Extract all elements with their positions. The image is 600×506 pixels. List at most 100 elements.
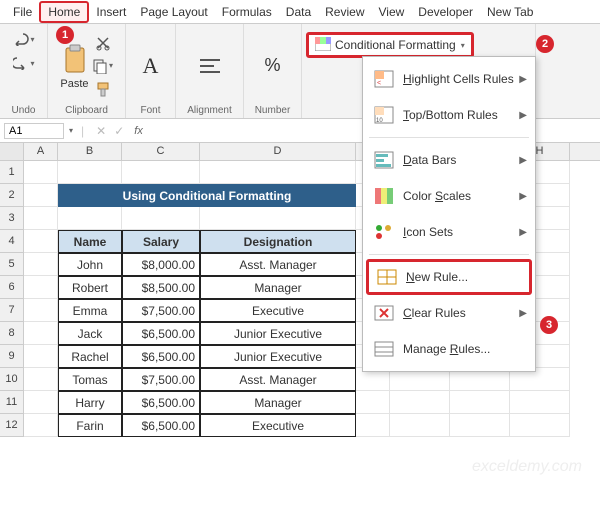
cell[interactable] xyxy=(200,161,356,184)
cell[interactable] xyxy=(510,414,570,437)
row-header-12[interactable]: 12 xyxy=(0,414,24,437)
cell-designation[interactable]: Asst. Manager xyxy=(200,253,356,276)
cell-designation[interactable]: Junior Executive xyxy=(200,345,356,368)
menu-page-layout[interactable]: Page Layout xyxy=(133,3,214,21)
cell-designation[interactable]: Asst. Manager xyxy=(200,368,356,391)
paste-label[interactable]: Paste xyxy=(60,78,88,90)
cell[interactable] xyxy=(390,414,450,437)
number-icon[interactable]: % xyxy=(258,48,288,84)
menu-icon-sets[interactable]: Icon Sets ▶ xyxy=(363,214,535,250)
cell-designation[interactable]: Executive xyxy=(200,299,356,322)
cell[interactable] xyxy=(24,368,58,391)
enter-icon[interactable]: ✓ xyxy=(110,124,128,138)
row-header-9[interactable]: 9 xyxy=(0,345,24,368)
cell-name[interactable]: Harry xyxy=(58,391,122,414)
cell[interactable] xyxy=(24,253,58,276)
cell[interactable] xyxy=(390,391,450,414)
cell[interactable] xyxy=(122,161,200,184)
redo-icon[interactable]: ▾ xyxy=(13,52,35,74)
header-name[interactable]: Name xyxy=(58,230,122,253)
cell-designation[interactable]: Manager xyxy=(200,276,356,299)
format-painter-icon[interactable] xyxy=(92,78,114,100)
cell[interactable] xyxy=(24,299,58,322)
menu-review[interactable]: Review xyxy=(318,3,371,21)
cell-name[interactable]: Robert xyxy=(58,276,122,299)
cell-name[interactable]: Tomas xyxy=(58,368,122,391)
col-header-A[interactable]: A xyxy=(24,143,58,160)
cell-salary[interactable]: $6,500.00 xyxy=(122,345,200,368)
row-header-2[interactable]: 2 xyxy=(0,184,24,207)
cell-name[interactable]: Jack xyxy=(58,322,122,345)
menu-new-rule[interactable]: New Rule... xyxy=(366,259,532,295)
menu-highlight-cells-rules[interactable]: < HHighlight Cells Rulesighlight Cells R… xyxy=(363,61,535,97)
cell[interactable] xyxy=(24,161,58,184)
cell-salary[interactable]: $6,500.00 xyxy=(122,414,200,437)
cell[interactable] xyxy=(58,161,122,184)
col-header-B[interactable]: B xyxy=(58,143,122,160)
cell[interactable] xyxy=(450,391,510,414)
menu-insert[interactable]: Insert xyxy=(89,3,133,21)
font-icon[interactable]: A xyxy=(136,48,166,84)
select-all-triangle[interactable] xyxy=(0,143,24,160)
row-header-8[interactable]: 8 xyxy=(0,322,24,345)
menu-color-scales[interactable]: Color Scales ▶ xyxy=(363,178,535,214)
row-header-7[interactable]: 7 xyxy=(0,299,24,322)
cell[interactable] xyxy=(510,391,570,414)
col-header-C[interactable]: C xyxy=(122,143,200,160)
cell[interactable] xyxy=(122,207,200,230)
menu-manage-rules[interactable]: Manage Rules... xyxy=(363,331,535,367)
conditional-formatting-button[interactable]: Conditional Formatting ▾ xyxy=(306,32,474,58)
cell-designation[interactable]: Manager xyxy=(200,391,356,414)
cell-designation[interactable]: Executive xyxy=(200,414,356,437)
alignment-icon[interactable] xyxy=(195,48,225,84)
menu-new-tab[interactable]: New Tab xyxy=(480,3,540,21)
cell-salary[interactable]: $7,500.00 xyxy=(122,368,200,391)
cell-salary[interactable]: $7,500.00 xyxy=(122,299,200,322)
cell-name[interactable]: Rachel xyxy=(58,345,122,368)
cell-salary[interactable]: $8,500.00 xyxy=(122,276,200,299)
cut-icon[interactable] xyxy=(92,32,114,54)
paste-icon[interactable] xyxy=(60,41,90,77)
cell[interactable] xyxy=(200,207,356,230)
cell-salary[interactable]: $6,500.00 xyxy=(122,391,200,414)
menu-top-bottom-rules[interactable]: 10 Top/Bottom Rules ▶ xyxy=(363,97,535,133)
undo-icon[interactable]: ▾ xyxy=(13,28,35,50)
cell[interactable] xyxy=(24,184,58,207)
cell[interactable] xyxy=(450,414,510,437)
row-header-6[interactable]: 6 xyxy=(0,276,24,299)
cell[interactable] xyxy=(24,276,58,299)
cell[interactable] xyxy=(24,230,58,253)
menu-formulas[interactable]: Formulas xyxy=(215,3,279,21)
col-header-D[interactable]: D xyxy=(200,143,356,160)
row-header-10[interactable]: 10 xyxy=(0,368,24,391)
header-designation[interactable]: Designation xyxy=(200,230,356,253)
cancel-icon[interactable]: ✕ xyxy=(92,124,110,138)
cell[interactable] xyxy=(24,414,58,437)
cell-designation[interactable]: Junior Executive xyxy=(200,322,356,345)
cell-name[interactable]: Emma xyxy=(58,299,122,322)
row-header-3[interactable]: 3 xyxy=(0,207,24,230)
cell[interactable] xyxy=(24,391,58,414)
menu-file[interactable]: File xyxy=(6,3,39,21)
row-header-1[interactable]: 1 xyxy=(0,161,24,184)
cell-name[interactable]: John xyxy=(58,253,122,276)
header-salary[interactable]: Salary xyxy=(122,230,200,253)
menu-clear-rules[interactable]: Clear Rules ▶ xyxy=(363,295,535,331)
cell-salary[interactable]: $6,500.00 xyxy=(122,322,200,345)
name-box[interactable] xyxy=(4,123,64,139)
menu-data[interactable]: Data xyxy=(279,3,318,21)
row-header-4[interactable]: 4 xyxy=(0,230,24,253)
menu-data-bars[interactable]: Data Bars ▶ xyxy=(363,142,535,178)
cell[interactable] xyxy=(24,345,58,368)
menu-view[interactable]: View xyxy=(372,3,412,21)
cell[interactable] xyxy=(24,322,58,345)
cell-salary[interactable]: $8,000.00 xyxy=(122,253,200,276)
cell[interactable] xyxy=(58,207,122,230)
fx-icon[interactable]: fx xyxy=(128,125,149,137)
cell[interactable] xyxy=(356,391,390,414)
row-header-5[interactable]: 5 xyxy=(0,253,24,276)
cell[interactable] xyxy=(356,414,390,437)
menu-developer[interactable]: Developer xyxy=(411,3,480,21)
row-header-11[interactable]: 11 xyxy=(0,391,24,414)
cell[interactable] xyxy=(24,207,58,230)
